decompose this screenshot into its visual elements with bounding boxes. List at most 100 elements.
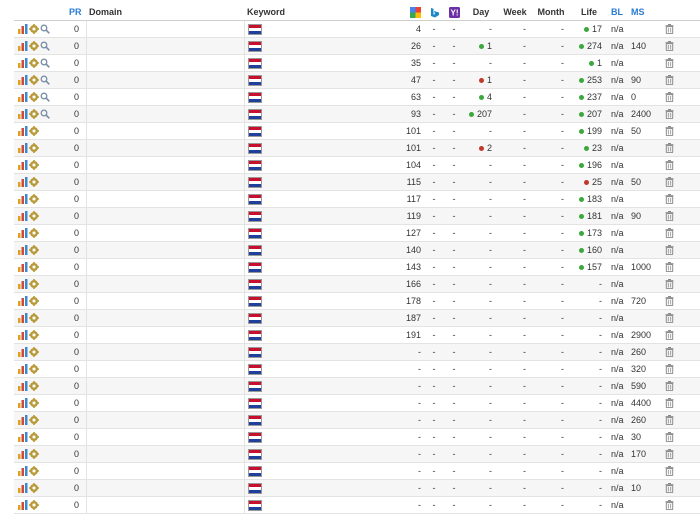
trash-icon[interactable] — [665, 347, 674, 358]
gear-icon[interactable] — [29, 92, 39, 103]
gear-icon[interactable] — [29, 347, 39, 358]
search-icon[interactable] — [40, 41, 50, 52]
chart-icon[interactable] — [18, 398, 28, 409]
chart-icon[interactable] — [18, 449, 28, 460]
gear-icon[interactable] — [29, 415, 39, 426]
gear-icon[interactable] — [29, 143, 39, 154]
chart-icon[interactable] — [18, 109, 28, 120]
trash-icon[interactable] — [665, 381, 674, 392]
month-header[interactable]: Month — [532, 4, 570, 21]
trash-icon[interactable] — [665, 262, 674, 273]
gear-icon[interactable] — [29, 177, 39, 188]
trash-icon[interactable] — [665, 58, 674, 69]
trash-icon[interactable] — [665, 143, 674, 154]
gear-icon[interactable] — [29, 194, 39, 205]
gear-icon[interactable] — [29, 245, 39, 256]
chart-icon[interactable] — [18, 92, 28, 103]
trash-icon[interactable] — [665, 415, 674, 426]
chart-icon[interactable] — [18, 415, 28, 426]
bl-header[interactable]: BL — [608, 4, 628, 21]
gear-icon[interactable] — [29, 313, 39, 324]
trash-icon[interactable] — [665, 160, 674, 171]
chart-icon[interactable] — [18, 347, 28, 358]
yahoo-header[interactable]: Y! — [444, 4, 464, 21]
gear-icon[interactable] — [29, 126, 39, 137]
trash-icon[interactable] — [665, 211, 674, 222]
trash-icon[interactable] — [665, 92, 674, 103]
search-icon[interactable] — [40, 75, 50, 86]
chart-icon[interactable] — [18, 58, 28, 69]
trash-icon[interactable] — [665, 228, 674, 239]
chart-icon[interactable] — [18, 177, 28, 188]
chart-icon[interactable] — [18, 194, 28, 205]
gear-icon[interactable] — [29, 432, 39, 443]
search-icon[interactable] — [40, 109, 50, 120]
chart-icon[interactable] — [18, 160, 28, 171]
pr-header[interactable]: PR — [66, 4, 86, 21]
google-header[interactable] — [406, 4, 424, 21]
chart-icon[interactable] — [18, 330, 28, 341]
gear-icon[interactable] — [29, 58, 39, 69]
gear-icon[interactable] — [29, 398, 39, 409]
trash-icon[interactable] — [665, 466, 674, 477]
ms-header[interactable]: MS — [628, 4, 654, 21]
gear-icon[interactable] — [29, 160, 39, 171]
trash-icon[interactable] — [665, 483, 674, 494]
trash-icon[interactable] — [665, 194, 674, 205]
chart-icon[interactable] — [18, 279, 28, 290]
trash-icon[interactable] — [665, 398, 674, 409]
chart-icon[interactable] — [18, 262, 28, 273]
search-icon[interactable] — [40, 58, 50, 69]
trash-icon[interactable] — [665, 245, 674, 256]
gear-icon[interactable] — [29, 466, 39, 477]
gear-icon[interactable] — [29, 449, 39, 460]
chart-icon[interactable] — [18, 211, 28, 222]
domain-header[interactable]: Domain — [86, 4, 244, 21]
chart-icon[interactable] — [18, 364, 28, 375]
day-header[interactable]: Day — [464, 4, 498, 21]
gear-icon[interactable] — [29, 330, 39, 341]
trash-icon[interactable] — [665, 75, 674, 86]
gear-icon[interactable] — [29, 228, 39, 239]
chart-icon[interactable] — [18, 500, 28, 511]
chart-icon[interactable] — [18, 41, 28, 52]
life-header[interactable]: Life — [570, 4, 608, 21]
keyword-header[interactable]: Keyword — [244, 4, 374, 21]
trash-icon[interactable] — [665, 449, 674, 460]
gear-icon[interactable] — [29, 279, 39, 290]
gear-icon[interactable] — [29, 109, 39, 120]
week-header[interactable]: Week — [498, 4, 532, 21]
trash-icon[interactable] — [665, 500, 674, 511]
chart-icon[interactable] — [18, 75, 28, 86]
gear-icon[interactable] — [29, 500, 39, 511]
gear-icon[interactable] — [29, 296, 39, 307]
gear-icon[interactable] — [29, 381, 39, 392]
chart-icon[interactable] — [18, 381, 28, 392]
gear-icon[interactable] — [29, 262, 39, 273]
gear-icon[interactable] — [29, 364, 39, 375]
chart-icon[interactable] — [18, 466, 28, 477]
trash-icon[interactable] — [665, 313, 674, 324]
chart-icon[interactable] — [18, 143, 28, 154]
trash-icon[interactable] — [665, 177, 674, 188]
chart-icon[interactable] — [18, 432, 28, 443]
trash-icon[interactable] — [665, 24, 674, 35]
gear-icon[interactable] — [29, 41, 39, 52]
gear-icon[interactable] — [29, 211, 39, 222]
trash-icon[interactable] — [665, 432, 674, 443]
chart-icon[interactable] — [18, 313, 28, 324]
bing-header[interactable] — [424, 4, 444, 21]
trash-icon[interactable] — [665, 364, 674, 375]
trash-icon[interactable] — [665, 126, 674, 137]
trash-icon[interactable] — [665, 296, 674, 307]
gear-icon[interactable] — [29, 24, 39, 35]
gear-icon[interactable] — [29, 75, 39, 86]
trash-icon[interactable] — [665, 109, 674, 120]
trash-icon[interactable] — [665, 279, 674, 290]
chart-icon[interactable] — [18, 296, 28, 307]
search-icon[interactable] — [40, 92, 50, 103]
chart-icon[interactable] — [18, 245, 28, 256]
chart-icon[interactable] — [18, 483, 28, 494]
chart-icon[interactable] — [18, 228, 28, 239]
gear-icon[interactable] — [29, 483, 39, 494]
